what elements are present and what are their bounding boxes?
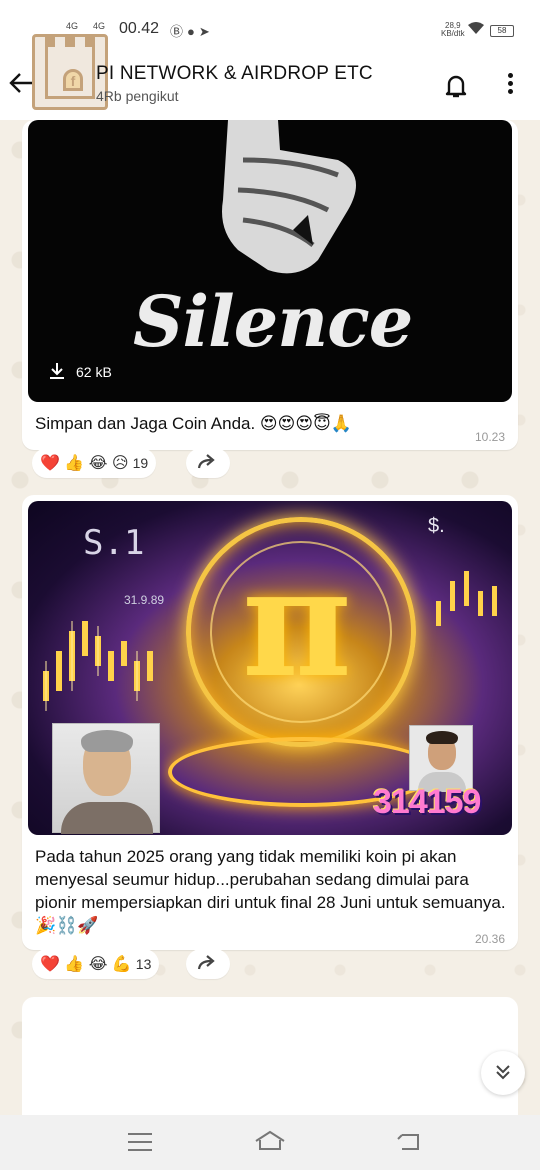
- reaction-emojis[interactable]: ❤️ 👍 😂 😥: [40, 455, 129, 472]
- candlestick-chart-left: [43, 621, 153, 711]
- message-time: 10.23: [474, 430, 505, 444]
- message-time: 20.36: [474, 932, 505, 946]
- menu-icon: [128, 1133, 152, 1151]
- network-speed: 28,9 KB/dtk: [441, 22, 465, 38]
- circle-b-icon: Ⓑ: [170, 24, 188, 39]
- portrait-photo-left: [52, 723, 160, 834]
- image-text-top-left: S.1: [83, 523, 145, 563]
- message-image-silence[interactable]: Silence 62 kB: [28, 120, 512, 402]
- share-forward-icon: [197, 955, 215, 970]
- scroll-down-button[interactable]: [481, 1051, 525, 1095]
- reaction-bar-2[interactable]: ❤️ 👍 😂 💪 13: [32, 949, 160, 979]
- recent-apps-button[interactable]: [128, 1133, 152, 1157]
- reaction-count: 13: [135, 956, 152, 972]
- bell-icon: [445, 75, 467, 98]
- pi-digits: 314159: [373, 783, 481, 821]
- message-bubble-3[interactable]: [22, 997, 518, 1115]
- telegram-icon: ➤: [198, 24, 214, 39]
- silence-caption: Silence: [133, 280, 413, 363]
- network-indicator-2: 4G: [93, 21, 106, 31]
- share-forward-icon: [197, 454, 215, 469]
- message-bubble-2[interactable]: S.1 31.9.89 $. π 314159 Pada tahun 2025 …: [22, 495, 518, 950]
- download-size: 62 kB: [76, 364, 112, 380]
- pi-symbol: π: [242, 535, 352, 711]
- notification-bell-button[interactable]: [441, 70, 471, 100]
- system-back-button[interactable]: [396, 1131, 424, 1153]
- image-text-dollar: $.: [428, 515, 445, 537]
- battery-icon: 58: [490, 25, 514, 37]
- message-bubble-1[interactable]: Silence 62 kB Simpan dan Jaga Coin Anda.…: [22, 120, 518, 450]
- download-indicator[interactable]: 62 kB: [48, 362, 112, 380]
- battery-level: 58: [497, 26, 507, 35]
- back-return-icon: [397, 1134, 419, 1150]
- message-text: Simpan dan Jaga Coin Anda. 😍😍😍😇🙏: [35, 414, 352, 433]
- image-text-ticker: 31.9.89: [124, 593, 165, 607]
- notification-icons: Ⓑ●➤: [170, 21, 214, 40]
- castle-logo: f: [45, 37, 95, 99]
- more-vertical-icon: [500, 73, 520, 94]
- reaction-bar-1[interactable]: ❤️ 👍 😂 😥 19: [32, 448, 157, 478]
- network-speed-unit: KB/dtk: [441, 29, 465, 38]
- message-text: Pada tahun 2025 orang yang tidak memilik…: [35, 847, 506, 935]
- network-indicator-1: 4G: [66, 21, 79, 31]
- share-button-1[interactable]: [186, 448, 230, 478]
- message-image-pi[interactable]: S.1 31.9.89 $. π 314159: [28, 501, 512, 835]
- wifi-icon: [468, 22, 484, 38]
- home-button[interactable]: [252, 1129, 288, 1153]
- more-options-button[interactable]: [500, 70, 520, 100]
- reaction-count: 19: [132, 455, 149, 471]
- logo-door: f: [63, 69, 83, 91]
- reaction-emojis[interactable]: ❤️ 👍 😂 💪: [40, 956, 132, 973]
- home-icon: [255, 1130, 285, 1150]
- facebook-icon: ●: [187, 24, 199, 39]
- portrait-photo-right: [409, 725, 473, 792]
- hand-shush-graphic: [222, 120, 356, 274]
- double-chevron-down-icon: [496, 1065, 510, 1080]
- download-icon: [50, 363, 64, 379]
- channel-header: f PI NETWORK & AIRDROP ETC 4Rb pengikut: [0, 34, 540, 120]
- follower-count: 4Rb pengikut: [96, 88, 179, 104]
- channel-title[interactable]: PI NETWORK & AIRDROP ETC: [96, 63, 373, 85]
- system-nav-bar: [0, 1115, 540, 1170]
- share-button-2[interactable]: [186, 949, 230, 979]
- arrow-left-icon: [9, 73, 32, 93]
- candlestick-chart-right: [436, 571, 497, 626]
- clock: 00.42: [119, 20, 160, 37]
